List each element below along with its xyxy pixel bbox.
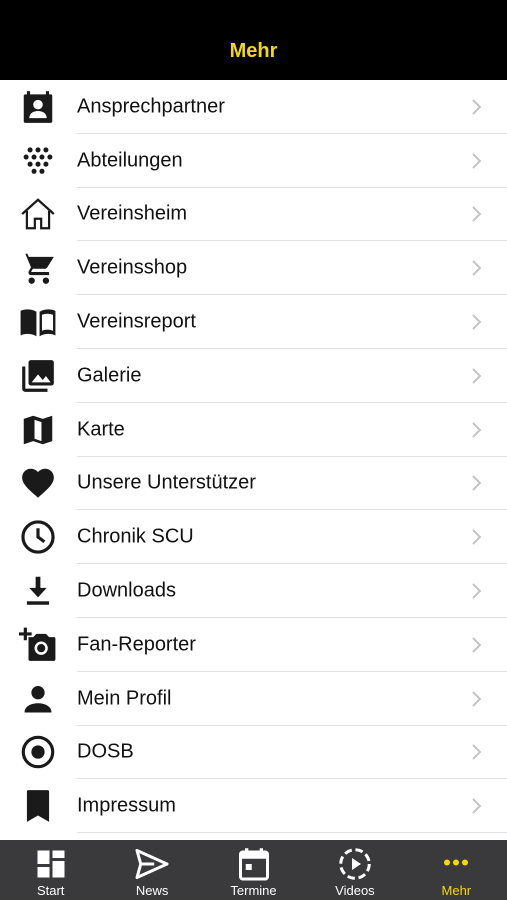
chevron-right-icon (472, 260, 482, 276)
menu-item-ansprechpartner[interactable]: Ansprechpartner (0, 80, 507, 134)
tab-label: Start (36, 883, 65, 898)
tab-label: Mehr (441, 883, 472, 898)
menu-list: Ansprechpartner Abteilungen Vereinsheim … (0, 80, 507, 840)
chevron-right-icon (472, 583, 482, 599)
person-icon (18, 679, 58, 719)
chevron-right-icon (472, 99, 482, 115)
tab-start[interactable]: Start (0, 840, 101, 900)
menu-item-label: Ansprechpartner (77, 95, 225, 118)
tab-news[interactable]: News (101, 840, 202, 900)
menu-item-vereinsheim[interactable]: Vereinsheim (0, 188, 507, 242)
send-icon (135, 849, 169, 879)
menu-item-label: Downloads (77, 579, 176, 602)
menu-item-karte[interactable]: Karte (0, 403, 507, 457)
clock-icon (18, 517, 58, 557)
tab-videos[interactable]: Videos (304, 840, 405, 900)
tab-label: News (135, 883, 169, 898)
menu-item-vereinsshop[interactable]: Vereinsshop (0, 241, 507, 296)
menu-item-label: DOSB (77, 740, 134, 763)
tab-label: Videos (335, 883, 375, 898)
radio-target-icon (18, 732, 58, 772)
chevron-right-icon (472, 314, 482, 330)
more-dots-icon (444, 859, 469, 866)
chevron-right-icon (472, 475, 482, 492)
chevron-right-icon (472, 421, 482, 438)
bottom-tab-bar: Start News Termine Videos Mehr (0, 840, 507, 900)
menu-item-mein-profil[interactable]: Mein Profil (0, 672, 507, 726)
chevron-right-icon (472, 368, 482, 384)
dots-grid-icon (18, 141, 58, 181)
download-icon (18, 571, 58, 611)
menu-item-label: Vereinsreport (77, 310, 196, 333)
menu-item-label: Karte (77, 418, 125, 441)
menu-item-vereinsreport[interactable]: Vereinsreport (0, 295, 507, 349)
map-icon (18, 410, 58, 450)
menu-item-label: Impressum (77, 794, 176, 817)
tab-mehr[interactable]: Mehr (406, 840, 507, 900)
page-title: Mehr (229, 40, 278, 62)
bookmark-icon (18, 786, 58, 826)
menu-item-impressum[interactable]: Impressum (0, 779, 507, 834)
chevron-right-icon (472, 744, 482, 761)
menu-item-label: Vereinsshop (77, 256, 188, 279)
menu-item-label: Abteilungen (77, 149, 183, 172)
menu-item-label: Vereinsheim (77, 202, 188, 225)
menu-item-fan-reporter[interactable]: Fan-Reporter (0, 618, 507, 672)
tab-termine[interactable]: Termine (203, 840, 304, 900)
tab-label: Termine (230, 883, 277, 898)
menu-item-downloads[interactable]: Downloads (0, 564, 507, 618)
menu-item-abteilungen[interactable]: Abteilungen (0, 134, 507, 188)
app-header: Mehr (0, 0, 507, 80)
calendar-icon (238, 848, 269, 881)
menu-item-label: Chronik SCU (77, 525, 194, 548)
chevron-right-icon (472, 206, 482, 223)
menu-item-label: Galerie (77, 364, 142, 387)
contact-icon (18, 87, 58, 127)
menu-item-label: Unsere Unterstützer (77, 471, 256, 494)
chevron-right-icon (472, 690, 482, 707)
home-icon (18, 194, 58, 234)
heart-icon (18, 463, 58, 503)
chevron-right-icon (472, 529, 482, 545)
divider (77, 832, 507, 834)
cart-icon (18, 248, 58, 288)
menu-item-label: Fan-Reporter (77, 633, 196, 656)
chevron-right-icon (472, 637, 482, 653)
menu-item-unterstuetzer[interactable]: Unsere Unterstützer (0, 457, 507, 511)
menu-item-dosb[interactable]: DOSB (0, 726, 507, 780)
dashboard-icon (37, 850, 65, 878)
gallery-icon (18, 356, 58, 396)
menu-item-galerie[interactable]: Galerie (0, 349, 507, 403)
play-circle-icon (339, 848, 371, 880)
add-photo-icon (18, 625, 58, 665)
chevron-right-icon (472, 152, 482, 169)
chevron-right-icon (472, 798, 482, 814)
menu-item-chronik[interactable]: Chronik SCU (0, 510, 507, 565)
menu-item-label: Mein Profil (77, 687, 172, 710)
book-icon (18, 302, 58, 342)
